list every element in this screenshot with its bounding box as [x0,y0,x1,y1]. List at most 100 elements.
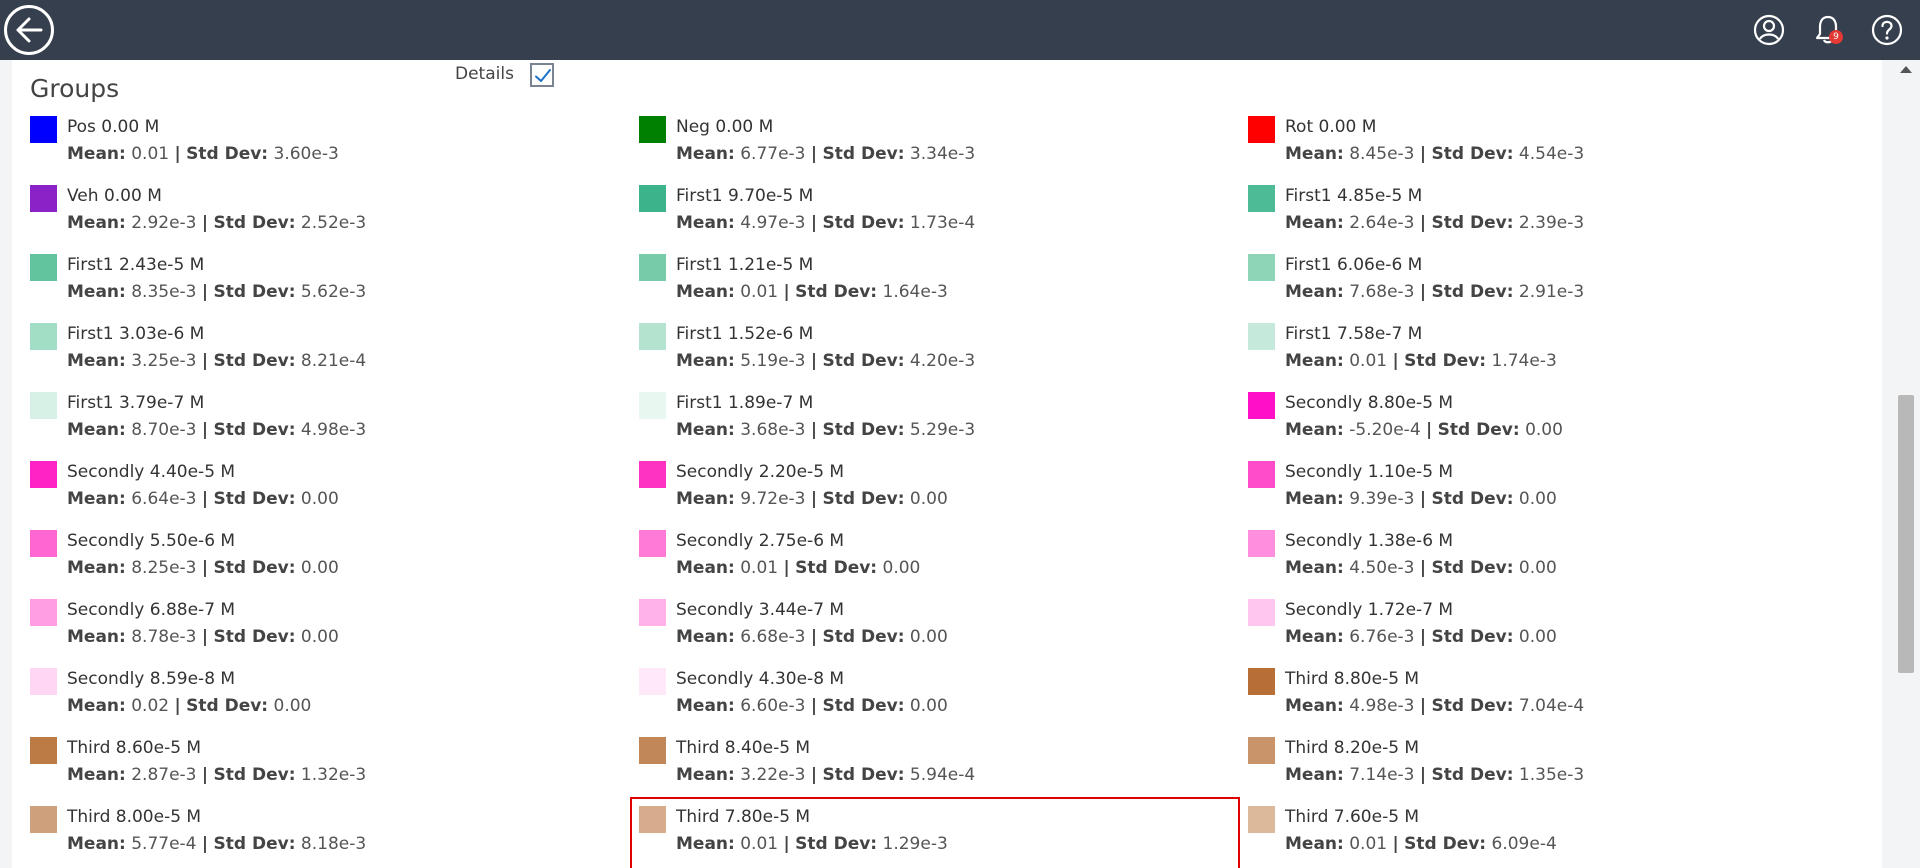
group-name: Secondly 6.88e-7 M [67,600,236,620]
group-item[interactable]: Third 8.40e-5 M Mean: 3.22e-3 | Std Dev: … [639,737,1248,806]
group-item[interactable]: Pos 0.00 M Mean: 0.01 | Std Dev: 3.60e-3 [30,116,639,185]
color-swatch[interactable] [1248,737,1275,764]
mean-value: 4.97e-3 [740,213,806,233]
color-swatch[interactable] [639,599,666,626]
back-button[interactable] [4,5,54,55]
help-icon[interactable] [1871,14,1903,46]
std-dev-value: 4.20e-3 [909,351,976,371]
mean-label: Mean: [1285,351,1344,371]
group-item[interactable]: First1 3.79e-7 M Mean: 8.70e-3 | Std Dev:… [30,392,639,461]
color-swatch[interactable] [1248,116,1275,143]
group-item[interactable]: Secondly 4.40e-5 M Mean: 6.64e-3 | Std De… [30,461,639,530]
color-swatch[interactable] [639,116,666,143]
color-swatch[interactable] [639,668,666,695]
mean-value: 8.45e-3 [1349,144,1415,164]
group-item[interactable]: Third 8.00e-5 M Mean: 5.77e-4 | Std Dev: … [30,806,639,868]
std-dev-value: 0.00 [1518,627,1557,647]
color-swatch[interactable] [30,392,57,419]
color-swatch[interactable] [30,530,57,557]
user-icon[interactable] [1753,14,1785,46]
color-swatch[interactable] [639,737,666,764]
color-swatch[interactable] [639,185,666,212]
color-swatch[interactable] [30,737,57,764]
color-swatch[interactable] [639,461,666,488]
std-dev-label: Std Dev: [1431,558,1514,578]
scroll-up-icon[interactable] [1900,66,1912,73]
details-checkbox[interactable] [530,63,554,87]
color-swatch[interactable] [30,668,57,695]
color-swatch[interactable] [639,254,666,281]
group-item[interactable]: First1 9.70e-5 M Mean: 4.97e-3 | Std Dev:… [639,185,1248,254]
group-item[interactable]: Rot 0.00 M Mean: 8.45e-3 | Std Dev: 4.54e… [1248,116,1857,185]
group-item[interactable]: Secondly 5.50e-6 M Mean: 8.25e-3 | Std De… [30,530,639,599]
color-swatch[interactable] [30,323,57,350]
color-swatch[interactable] [1248,392,1275,419]
mean-label: Mean: [676,558,735,578]
group-item[interactable]: Secondly 8.59e-8 M Mean: 0.02 | Std Dev: … [30,668,639,737]
color-swatch[interactable] [639,806,666,833]
group-item[interactable]: First1 4.85e-5 M Mean: 2.64e-3 | Std Dev:… [1248,185,1857,254]
group-item[interactable]: Secondly 3.44e-7 M Mean: 6.68e-3 | Std De… [639,599,1248,668]
group-item[interactable]: Secondly 6.88e-7 M Mean: 8.78e-3 | Std De… [30,599,639,668]
color-swatch[interactable] [639,530,666,557]
color-swatch[interactable] [30,806,57,833]
group-item[interactable]: Secondly 1.38e-6 M Mean: 4.50e-3 | Std De… [1248,530,1857,599]
color-swatch[interactable] [1248,185,1275,212]
group-item[interactable]: Neg 0.00 M Mean: 6.77e-3 | Std Dev: 3.34e… [639,116,1248,185]
group-item[interactable]: First1 6.06e-6 M Mean: 7.68e-3 | Std Dev:… [1248,254,1857,323]
mean-label: Mean: [676,696,735,716]
group-name: Secondly 4.30e-8 M [676,669,845,689]
color-swatch[interactable] [30,461,57,488]
group-item[interactable]: First1 7.58e-7 M Mean: 0.01 | Std Dev: 1.… [1248,323,1857,392]
group-item[interactable]: Third 7.60e-5 M Mean: 0.01 | Std Dev: 6.0… [1248,806,1857,868]
color-swatch[interactable] [1248,254,1275,281]
std-dev-value: 0.00 [300,489,339,509]
group-item[interactable]: First1 1.52e-6 M Mean: 5.19e-3 | Std Dev:… [639,323,1248,392]
stat-separator: | [810,765,818,785]
mean-value: 2.64e-3 [1349,213,1415,233]
group-item[interactable]: Secondly 2.20e-5 M Mean: 9.72e-3 | Std De… [639,461,1248,530]
color-swatch[interactable] [30,116,57,143]
group-item[interactable]: First1 3.03e-6 M Mean: 3.25e-3 | Std Dev:… [30,323,639,392]
mean-value: 0.02 [131,696,170,716]
color-swatch[interactable] [1248,668,1275,695]
stat-separator: | [1392,351,1399,371]
group-item[interactable]: Secondly 4.30e-8 M Mean: 6.60e-3 | Std De… [639,668,1248,737]
group-item[interactable]: Third 8.80e-5 M Mean: 4.98e-3 | Std Dev: … [1248,668,1857,737]
group-item[interactable]: Secondly 8.80e-5 M Mean: -5.20e-4 | Std D… [1248,392,1857,461]
color-swatch[interactable] [1248,530,1275,557]
mean-label: Mean: [1285,282,1344,302]
mean-value: -5.20e-4 [1349,420,1421,440]
group-item[interactable]: Third 8.20e-5 M Mean: 7.14e-3 | Std Dev: … [1248,737,1857,806]
group-item[interactable]: Third 7.80e-5 M Mean: 0.01 | Std Dev: 1.2… [630,797,1248,868]
group-item[interactable]: Secondly 1.10e-5 M Mean: 9.39e-3 | Std De… [1248,461,1857,530]
color-swatch[interactable] [639,323,666,350]
group-item[interactable]: First1 1.89e-7 M Mean: 3.68e-3 | Std Dev:… [639,392,1248,461]
color-swatch[interactable] [1248,461,1275,488]
color-swatch[interactable] [30,185,57,212]
std-dev-label: Std Dev: [1431,144,1514,164]
group-item[interactable]: Secondly 1.72e-7 M Mean: 6.76e-3 | Std De… [1248,599,1857,668]
group-stats: Mean: 7.14e-3 | Std Dev: 1.35e-3 [1285,765,1584,785]
color-swatch[interactable] [1248,806,1275,833]
std-dev-label: Std Dev: [822,420,905,440]
color-swatch[interactable] [30,599,57,626]
group-item[interactable]: First1 2.43e-5 M Mean: 8.35e-3 | Std Dev:… [30,254,639,323]
group-item[interactable]: Third 8.60e-5 M Mean: 2.87e-3 | Std Dev: … [30,737,639,806]
color-swatch[interactable] [1248,599,1275,626]
stat-separator: | [810,696,818,716]
std-dev-label: Std Dev: [822,489,905,509]
stat-separator: | [201,420,209,440]
group-stats: Mean: 4.97e-3 | Std Dev: 1.73e-4 [676,213,975,233]
scroll-thumb[interactable] [1898,395,1914,673]
std-dev-value: 0.00 [1518,489,1557,509]
color-swatch[interactable] [1248,323,1275,350]
group-item[interactable]: Veh 0.00 M Mean: 2.92e-3 | Std Dev: 2.52e… [30,185,639,254]
std-dev-value: 0.00 [300,558,339,578]
group-item[interactable]: Secondly 2.75e-6 M Mean: 0.01 | Std Dev: … [639,530,1248,599]
group-item[interactable]: First1 1.21e-5 M Mean: 0.01 | Std Dev: 1.… [639,254,1248,323]
color-swatch[interactable] [639,392,666,419]
std-dev-value: 0.00 [882,558,921,578]
scrollbar[interactable] [1892,60,1920,868]
color-swatch[interactable] [30,254,57,281]
